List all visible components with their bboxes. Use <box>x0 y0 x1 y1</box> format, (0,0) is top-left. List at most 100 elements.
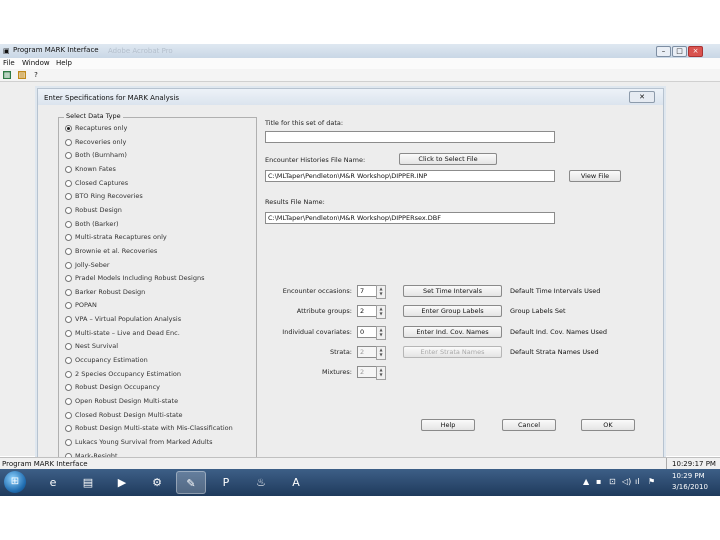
app-icon: ▣ <box>3 47 10 55</box>
show-hidden-icons-icon[interactable]: ▲ <box>583 477 589 486</box>
close-app-button[interactable]: × <box>688 46 703 57</box>
help-icon[interactable]: ? <box>32 71 40 79</box>
menu-help[interactable]: Help <box>56 59 72 67</box>
data-type-option-label: Closed Robust Design Multi-state <box>75 410 183 419</box>
view-file-button[interactable]: View File <box>569 170 621 182</box>
clock-date: 3/16/2010 <box>672 483 708 491</box>
radio-button[interactable] <box>65 179 72 187</box>
radio-button[interactable] <box>65 398 72 405</box>
data-type-option-label: Nest Survival <box>75 342 119 351</box>
radio-button[interactable] <box>65 329 72 337</box>
radio-button[interactable] <box>65 220 72 228</box>
spinner-arrows-icon[interactable]: ▲ ▼ <box>376 305 386 319</box>
param-value: 2 <box>360 307 365 315</box>
param-spinner[interactable]: 2 ▲ ▼ <box>357 346 386 360</box>
powerpoint-icon[interactable]: P <box>211 471 241 494</box>
results-file-input[interactable]: C:\MLTaper\Pendleton\M&R Workshop\DIPPER… <box>265 212 555 224</box>
param-label: Strata: <box>329 348 352 356</box>
radio-button[interactable] <box>65 261 72 269</box>
app-title-bar[interactable]: ▣ Program MARK Interface Adobe Acrobat P… <box>0 44 720 59</box>
data-type-option-label: Multi-strata Recaptures only <box>75 233 167 242</box>
param-label: Individual covariates: <box>282 328 352 336</box>
encounter-file-input[interactable]: C:\MLTaper\Pendleton\M&R Workshop\DIPPER… <box>265 170 555 182</box>
param-spinner[interactable]: 2 ▲ ▼ <box>357 366 386 380</box>
param-button[interactable]: Enter Group Labels <box>403 305 502 317</box>
signal-icon[interactable]: ıl <box>635 477 639 486</box>
radio-button[interactable] <box>65 125 72 132</box>
data-type-option-label: Multi-state – Live and Dead Enc. <box>75 328 180 337</box>
radio-button[interactable] <box>65 357 72 365</box>
title-label: Title for this set of data: <box>265 119 344 127</box>
data-type-option-label: Robust Design Occupancy <box>75 383 160 392</box>
radio-button[interactable] <box>65 247 72 255</box>
param-spinner[interactable]: 0 ▲ ▼ <box>357 326 386 340</box>
minimize-button[interactable]: – <box>656 46 671 57</box>
radio-button[interactable] <box>65 165 72 173</box>
cancel-button[interactable]: Cancel <box>502 419 556 431</box>
param-button[interactable]: Enter Strata Names <box>403 346 502 358</box>
radio-button[interactable] <box>65 411 72 419</box>
spinner-arrows-icon[interactable]: ▲ ▼ <box>376 326 386 340</box>
spinner-arrows-icon[interactable]: ▲ ▼ <box>376 285 386 299</box>
radio-button[interactable] <box>65 138 72 146</box>
param-button[interactable]: Enter Ind. Cov. Names <box>403 326 502 338</box>
data-type-option-label: Barker Robust Design <box>75 287 146 296</box>
menu-file[interactable]: File <box>3 59 15 67</box>
param-spinner[interactable]: 2 ▲ ▼ <box>357 305 386 319</box>
data-type-option-label: Both (Burnham) <box>75 151 127 160</box>
title-input[interactable] <box>265 131 555 143</box>
param-value: 0 <box>360 328 365 336</box>
start-button[interactable]: ⊞ <box>4 471 26 493</box>
param-status-note: Default Ind. Cov. Names Used <box>510 328 607 336</box>
taskbar: ⊞ 10:29 PM 3/16/2010 e ▤ ▶ ⚙ ✎ P ♨ A ▲ ▪ ⊡ ◁) ıl ⚑ <box>0 469 720 496</box>
data-type-option-label: Lukacs Young Survival from Marked Adults <box>75 437 213 446</box>
help-button[interactable]: Help <box>421 419 475 431</box>
open-file-icon[interactable]: ▤ <box>18 71 26 79</box>
radio-button[interactable] <box>65 438 72 446</box>
param-status-note: Default Time Intervals Used <box>510 287 601 295</box>
ie-icon[interactable]: e <box>38 471 68 494</box>
specifications-dialog: Enter Specifications for MARK Analysis ✕… <box>37 88 664 460</box>
param-label: Attribute groups: <box>296 307 352 315</box>
mark-program-icon[interactable]: ✎ <box>176 471 206 494</box>
new-file-icon[interactable]: ▦ <box>3 71 11 79</box>
app-title: Program MARK Interface <box>13 46 99 54</box>
fire-icon[interactable]: ♨ <box>246 471 276 494</box>
data-type-option-label: Pradel Models Including Robust Designs <box>75 274 205 283</box>
data-type-option-label: VPA – Virtual Population Analysis <box>75 315 182 324</box>
data-type-legend: Select Data Type <box>64 112 123 120</box>
radio-button[interactable] <box>65 370 72 378</box>
param-spinner[interactable]: 7 ▲ ▼ <box>357 285 386 299</box>
data-type-option-label: POPAN <box>75 301 97 310</box>
folder-icon[interactable]: ▤ <box>73 471 103 494</box>
spinner-arrows-icon[interactable]: ▲ ▼ <box>376 346 386 360</box>
network-icon[interactable]: ⚙ <box>142 471 172 494</box>
dialog-title-bar[interactable]: Enter Specifications for MARK Analysis ✕ <box>38 89 663 105</box>
param-value: 2 <box>360 348 365 356</box>
status-text: Program MARK Interface <box>2 460 88 468</box>
radio-button[interactable] <box>65 288 72 296</box>
media-player-icon[interactable]: ▶ <box>107 471 137 494</box>
network-tray-icon[interactable]: ⊡ <box>609 477 616 486</box>
menu-window[interactable]: Window <box>22 59 50 67</box>
volume-icon[interactable]: ◁) <box>622 477 631 486</box>
ok-button[interactable]: OK <box>581 419 635 431</box>
data-type-option-label: Both (Barker) <box>75 219 119 228</box>
param-button[interactable]: Set Time Intervals <box>403 285 502 297</box>
results-file-label: Results File Name: <box>265 198 325 206</box>
clock-time: 10:29 PM <box>672 472 705 480</box>
spinner-arrows-icon[interactable]: ▲ ▼ <box>376 366 386 380</box>
acrobat-icon[interactable]: A <box>281 471 311 494</box>
maximize-button[interactable]: □ <box>672 46 687 57</box>
radio-button[interactable] <box>65 206 72 214</box>
action-center-icon[interactable]: ⚑ <box>648 477 655 486</box>
data-type-option-label: Occupancy Estimation <box>75 356 148 365</box>
faded-window-title: Adobe Acrobat Pro <box>108 47 173 55</box>
select-file-button[interactable]: Click to Select File <box>399 153 497 165</box>
dialog-title: Enter Specifications for MARK Analysis <box>44 94 180 102</box>
data-type-option-label: Closed Captures <box>75 178 129 187</box>
param-status-note: Group Labels Set <box>510 307 566 315</box>
data-type-option-label: Open Robust Design Multi-state <box>75 397 179 405</box>
dialog-close-button[interactable]: ✕ <box>629 91 655 103</box>
flag-icon[interactable]: ▪ <box>596 477 601 486</box>
